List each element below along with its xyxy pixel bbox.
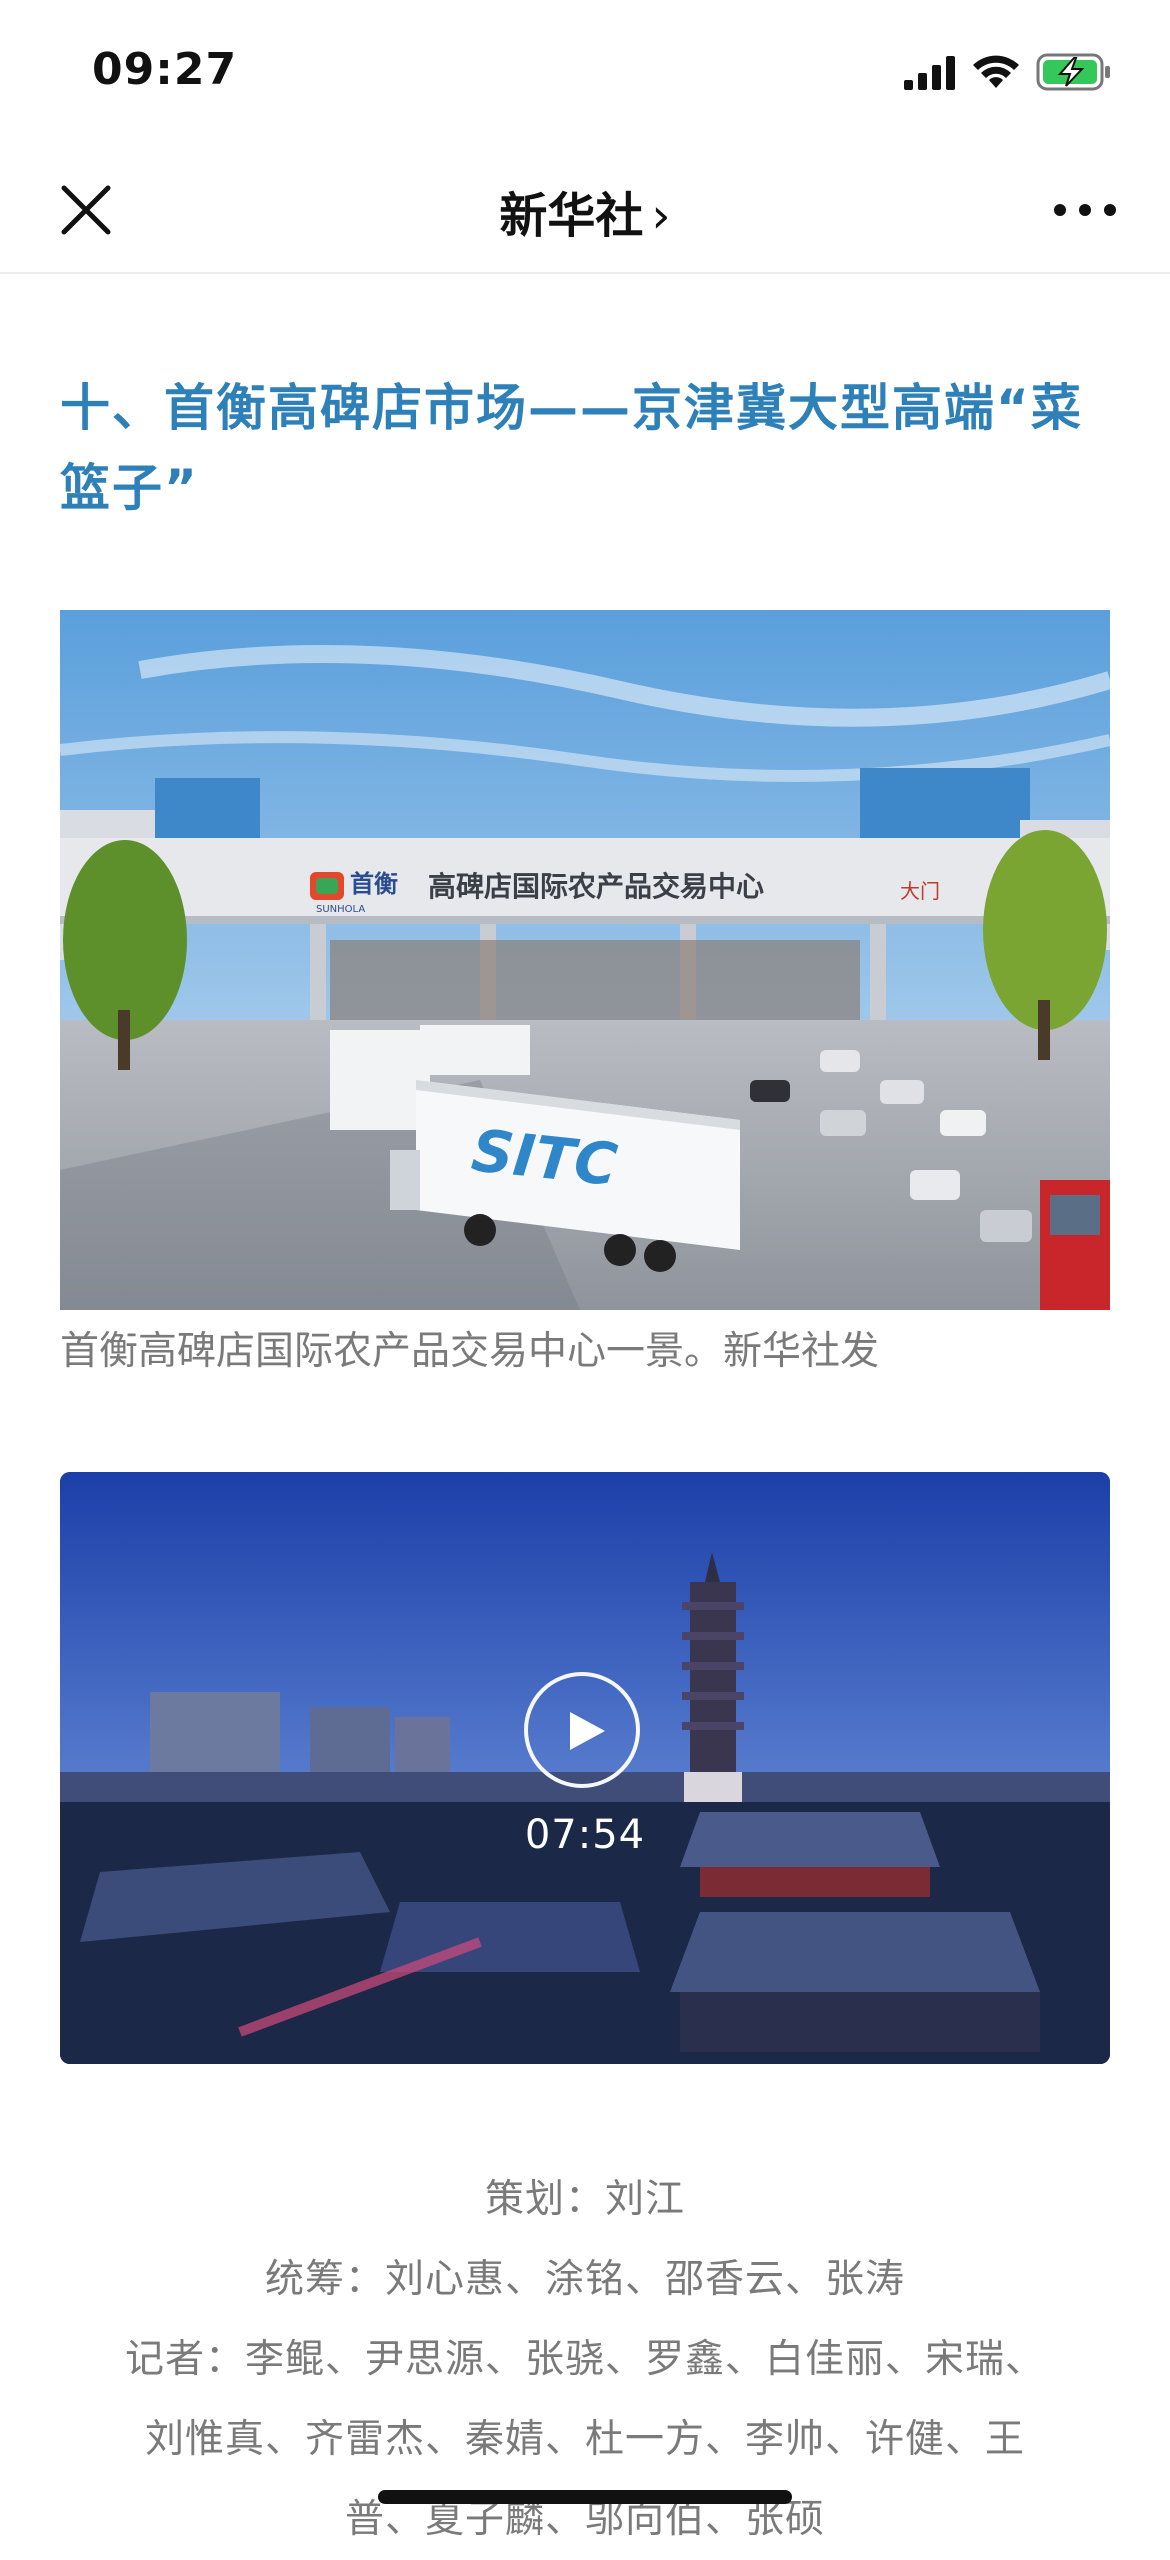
play-button[interactable] bbox=[524, 1672, 640, 1788]
credit-coordination: 统筹：刘心惠、涂铭、邵香云、张涛 bbox=[264, 2257, 905, 2302]
video-duration: 07:54 bbox=[524, 1812, 646, 1858]
battery-charging-icon bbox=[1036, 53, 1110, 91]
brand-name-en: SUNHOLA bbox=[316, 904, 365, 915]
gate-sign-text: 高碑店国际农产品交易中心 bbox=[428, 870, 764, 903]
credit-reporters-line1: 记者：李鲲、尹思源、张骁、罗鑫、白佳丽、宋瑞、 bbox=[124, 2337, 1045, 2382]
credit-planning: 策划：刘江 bbox=[484, 2177, 685, 2222]
nav-bar: 新华社 › bbox=[0, 150, 1170, 274]
chevron-right-icon: › bbox=[651, 188, 671, 244]
market-gate-illustration: 首衡 SUNHOLA 高碑店国际农产品交易中心 大门 SITC bbox=[60, 610, 1110, 1310]
gate-label: 大门 bbox=[900, 879, 940, 903]
article-video[interactable]: 07:54 bbox=[60, 1472, 1110, 2064]
more-icon[interactable] bbox=[1050, 190, 1120, 230]
home-indicator[interactable] bbox=[378, 2490, 792, 2504]
status-time: 09:27 bbox=[92, 44, 238, 95]
section-headline: 十、首衡高碑店市场——京津冀大型高端“菜篮子” bbox=[60, 379, 1083, 517]
credit-reporters-line2: 刘惟真、齐雷杰、秦婧、杜一方、李帅、许健、王 bbox=[144, 2417, 1025, 2462]
account-title[interactable]: 新华社 › bbox=[0, 176, 1170, 246]
photo-caption: 首衡高碑店国际农产品交易中心一景。新华社发 bbox=[60, 1329, 880, 1374]
status-bar: 09:27 bbox=[0, 0, 1170, 150]
signal-icon bbox=[904, 56, 955, 90]
article-photo[interactable]: 首衡 SUNHOLA 高碑店国际农产品交易中心 大门 SITC bbox=[60, 610, 1110, 1310]
wifi-icon bbox=[973, 55, 1019, 88]
brand-name: 首衡 bbox=[350, 870, 398, 898]
account-name: 新华社 bbox=[499, 188, 644, 244]
